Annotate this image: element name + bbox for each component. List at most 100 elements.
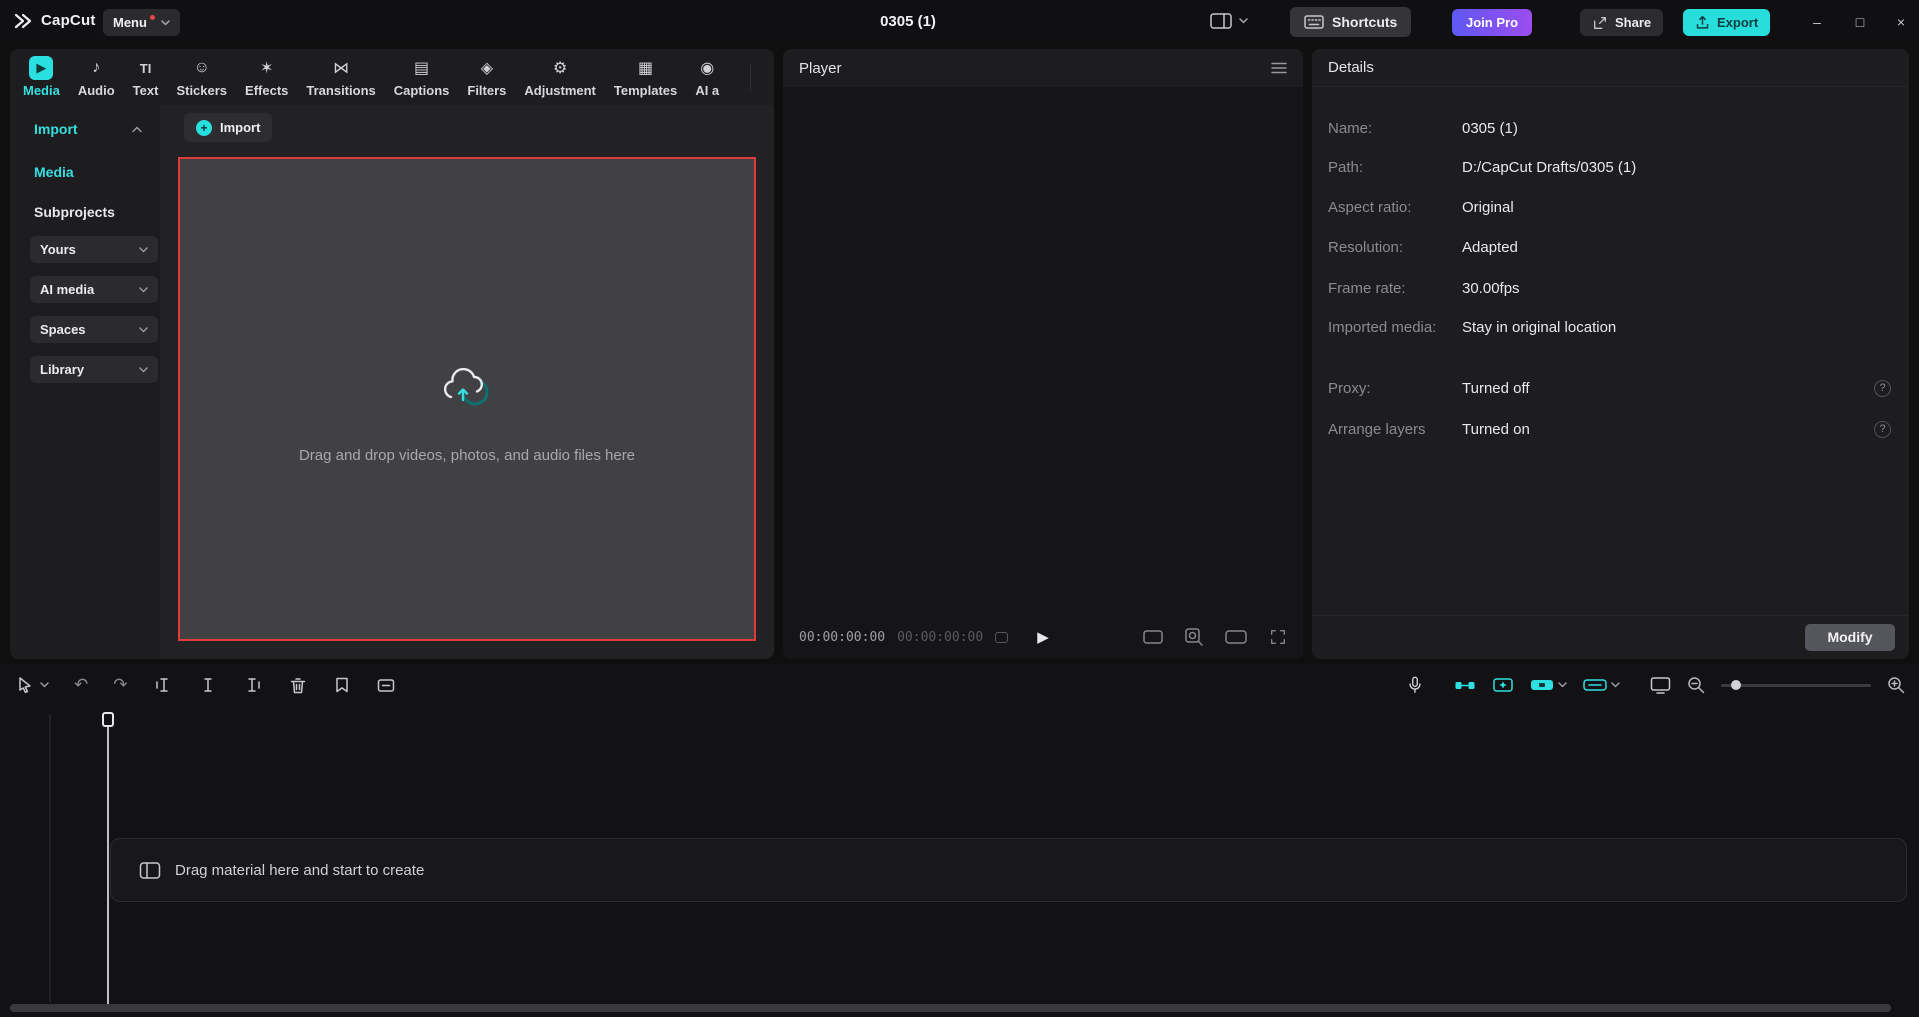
tab-templates[interactable]: ▦ Templates xyxy=(605,56,686,98)
capcut-logo-icon xyxy=(14,13,32,28)
fit-zoom-icon[interactable] xyxy=(1185,628,1203,646)
join-pro-button[interactable]: Join Pro xyxy=(1452,9,1533,36)
media-tab-strip: ▶ Media ♪ Audio TI Text ☺ Stickers ✶ Eff… xyxy=(10,49,752,105)
sidebar-dropdown-ai-media[interactable]: AI media xyxy=(30,276,158,303)
join-pro-label: Join Pro xyxy=(1466,15,1519,30)
chevron-down-icon xyxy=(1611,682,1620,688)
canvas-size-icon[interactable] xyxy=(1225,630,1247,644)
split-right-icon[interactable] xyxy=(243,676,263,694)
sidebar-item-media[interactable]: Media xyxy=(34,162,74,182)
track-mode-icon xyxy=(1531,680,1553,690)
sidebar-dropdown-library[interactable]: Library xyxy=(30,356,158,383)
import-button[interactable]: + Import xyxy=(184,113,273,142)
timeline-scrollbar[interactable] xyxy=(10,1004,1891,1012)
tab-transitions[interactable]: ⋈ Transitions xyxy=(297,56,384,98)
audio-mode-toggle[interactable] xyxy=(1583,678,1620,692)
shortcuts-button[interactable]: Shortcuts xyxy=(1290,7,1412,37)
tab-media[interactable]: ▶ Media xyxy=(14,56,69,98)
undo-icon[interactable]: ↶ xyxy=(74,675,88,695)
detail-row-aspect-ratio: Aspect ratio: Original xyxy=(1328,198,1893,218)
tab-label: Stickers xyxy=(176,83,228,98)
tab-captions[interactable]: ▤ Captions xyxy=(385,56,459,98)
modify-button[interactable]: Modify xyxy=(1805,624,1895,651)
sidebar-item-subprojects[interactable]: Subprojects xyxy=(34,202,115,222)
details-footer: Modify xyxy=(1312,615,1909,659)
player-menu-icon[interactable] xyxy=(1271,62,1287,74)
maximize-button[interactable]: □ xyxy=(1843,7,1877,37)
media-content-area: + Import Drag and drop videos, photos, a… xyxy=(160,105,774,659)
delete-icon[interactable] xyxy=(288,676,308,695)
import-button-label: Import xyxy=(220,120,261,135)
fullscreen-icon[interactable] xyxy=(1269,628,1287,646)
timeline-edit-tools: ↶ ↷ xyxy=(16,664,396,706)
preview-range-icon[interactable] xyxy=(995,632,1008,643)
track-mode-toggle[interactable] xyxy=(1530,678,1567,692)
tab-stickers[interactable]: ☺ Stickers xyxy=(167,56,236,98)
sidebar-dropdown-yours[interactable]: Yours xyxy=(30,236,158,263)
overwrite-icon[interactable] xyxy=(376,676,396,694)
dropdown-label: Spaces xyxy=(40,322,86,337)
field-label: Resolution: xyxy=(1328,239,1404,256)
link-clips-icon[interactable] xyxy=(1454,676,1476,694)
split-left-icon[interactable] xyxy=(153,676,173,694)
tab-text[interactable]: TI Text xyxy=(124,56,168,99)
select-tool[interactable] xyxy=(16,676,49,694)
plus-icon: + xyxy=(196,119,212,136)
track-drop-area[interactable]: Drag material here and start to create xyxy=(110,838,1907,902)
effects-icon: ✶ xyxy=(260,60,274,77)
playhead-handle[interactable] xyxy=(102,712,114,727)
tab-ai[interactable]: ◉ AI a xyxy=(686,56,728,98)
split-icon[interactable] xyxy=(198,676,218,694)
zoom-out-icon[interactable] xyxy=(1687,676,1705,694)
export-icon xyxy=(1696,15,1709,29)
share-button[interactable]: Share xyxy=(1580,9,1664,36)
close-button[interactable]: × xyxy=(1884,7,1918,37)
text-icon: TI xyxy=(139,60,152,76)
media-dropzone[interactable]: Drag and drop videos, photos, and audio … xyxy=(178,157,756,641)
redo-icon[interactable]: ↷ xyxy=(113,675,127,695)
minimize-button[interactable]: – xyxy=(1800,7,1834,37)
tab-label: Captions xyxy=(393,83,450,98)
sidebar-dropdown-spaces[interactable]: Spaces xyxy=(30,316,158,343)
titlebar: CapCut Menu 0305 (1) Shortcuts Join Pro … xyxy=(0,0,1919,44)
preview-quality-icon[interactable] xyxy=(1650,676,1671,695)
tab-label: Audio xyxy=(77,83,115,98)
tab-label: Filters xyxy=(467,83,507,98)
timeline-start-line xyxy=(49,714,51,1002)
detail-row-resolution: Resolution: Adapted xyxy=(1328,238,1893,258)
aspect-ratio-icon[interactable] xyxy=(1143,629,1163,645)
player-panel: Player 00:00:00:00 00:00:00:00 ▶ xyxy=(783,49,1303,659)
timeline-body: Drag material here and start to create xyxy=(0,706,1919,1017)
tab-effects[interactable]: ✶ Effects xyxy=(236,56,297,98)
zoom-in-icon[interactable] xyxy=(1887,676,1905,694)
layout-switcher[interactable] xyxy=(1210,13,1248,29)
dropdown-label: AI media xyxy=(40,282,95,297)
detail-row-proxy: Proxy: Turned off ? xyxy=(1328,379,1893,399)
detail-row-name: Name: 0305 (1) xyxy=(1328,119,1893,139)
chevron-down-icon xyxy=(139,246,148,252)
player-title: Player xyxy=(799,59,842,77)
media-sidebar: Import Media Subprojects Yours AI media … xyxy=(10,105,160,659)
chevron-up-icon[interactable] xyxy=(132,126,142,133)
tab-filters[interactable]: ◈ Filters xyxy=(458,56,515,98)
slider-handle[interactable] xyxy=(1731,680,1741,690)
help-icon[interactable]: ? xyxy=(1874,380,1891,397)
field-label: Name: xyxy=(1328,120,1373,137)
timeline-zoom-slider[interactable] xyxy=(1721,679,1871,691)
sidebar-item-import[interactable]: Import xyxy=(34,119,78,139)
tab-adjustment[interactable]: ⚙ Adjustment xyxy=(515,56,605,98)
export-button[interactable]: Export xyxy=(1683,9,1771,36)
auto-beat-icon[interactable] xyxy=(1492,676,1514,694)
menu-button[interactable]: Menu xyxy=(103,9,180,36)
play-button[interactable]: ▶ xyxy=(1037,628,1049,646)
cursor-icon xyxy=(19,677,31,694)
field-value: Original xyxy=(1462,199,1514,216)
field-value: 0305 (1) xyxy=(1462,120,1518,137)
field-label: Aspect ratio: xyxy=(1328,199,1412,216)
mask-icon[interactable] xyxy=(333,676,351,694)
detail-row-frame-rate: Frame rate: 30.00fps xyxy=(1328,279,1893,299)
help-icon[interactable]: ? xyxy=(1874,421,1891,438)
record-voiceover-icon[interactable] xyxy=(1406,675,1424,695)
menu-label: Menu xyxy=(113,15,147,30)
tab-audio[interactable]: ♪ Audio xyxy=(69,56,124,98)
